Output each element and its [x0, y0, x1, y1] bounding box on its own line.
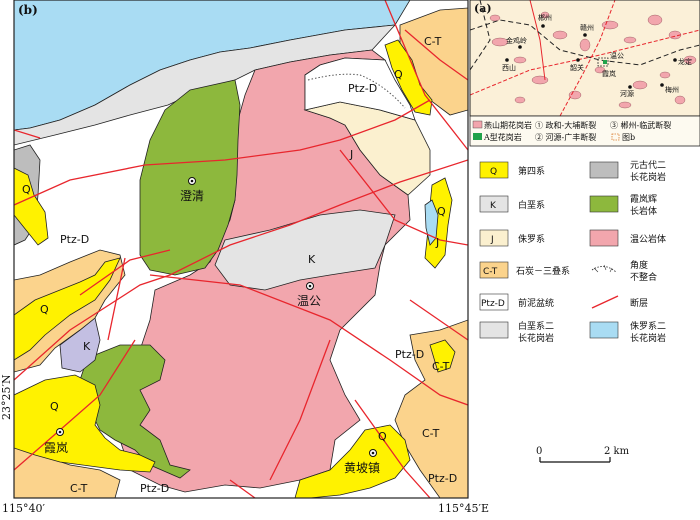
legend-j-code: J [490, 235, 494, 245]
legend-wengong-text: 温公岩体 [630, 233, 666, 245]
legend-xialan-line1: 霞岚辉 [630, 194, 657, 205]
label-ptzd-top: Ptz-D [348, 82, 377, 95]
legend-unconformity-symbol [591, 264, 617, 273]
inset-place-8: 温公 [610, 51, 624, 60]
label-k-center: K [308, 253, 316, 266]
place-label-wengong: 温公 [297, 294, 321, 308]
legend-fault-text: 断层 [630, 297, 648, 309]
inset-legend-fault1: ① 政和-大埔断裂 [535, 120, 596, 130]
legend-ct-code: C-T [483, 267, 498, 277]
legend-xialan-swatch [589, 195, 619, 213]
place-label-xialan: 霞岚 [44, 441, 68, 455]
inset-place-0: 金鸡岭 [506, 36, 527, 45]
legend-j-text: 侏罗系 [518, 234, 545, 245]
inset-legend-atype-swatch [473, 133, 482, 140]
inset-place-5: 河源 [620, 89, 634, 98]
legend-jur-granite-line2: 长花岗岩 [630, 332, 666, 344]
legend-wengong-swatch [589, 229, 619, 247]
legend-proto-granite-line2: 长花岗岩 [630, 171, 666, 183]
label-ct-topright: C-T [424, 35, 442, 48]
inset-place-9: 霞岚 [602, 70, 616, 78]
inset-legend-fault2: ② 河源-广丰断裂 [535, 132, 596, 142]
inset-place-3: 西山 [502, 63, 516, 72]
inset-legend-atype: A型花岗岩 [483, 132, 522, 142]
legend-unconformity-line2: 不整合 [630, 271, 657, 283]
legend-unconformity-line1: 角度 [630, 259, 648, 271]
geologic-map-figure: (b) C-T Q Ptz-D J Q J K Q Ptz-D Q K Q Pt… [0, 0, 700, 515]
panel-b-label: (b) [18, 3, 38, 17]
legend-q-code: Q [490, 167, 497, 177]
panel-a-label: (a) [474, 2, 492, 15]
inset-legend-fault3: ③ 郴州-临武断裂 [610, 120, 671, 130]
legend-ptzd-text: 前泥盆统 [518, 297, 554, 309]
legend-ptzd-code: Ptz-D [481, 299, 505, 309]
label-k-small: K [83, 340, 91, 353]
label-ct-right: C-T [432, 360, 450, 373]
inset-place-2: 赣州 [580, 23, 594, 32]
legend-q-text: 第四系 [518, 165, 545, 177]
scale-zero: 0 [536, 446, 542, 457]
main-legend: Q 第四系 K 白垩系 J 侏罗系 C-T 石炭－三叠系 Ptz-D 前泥盆统 … [479, 159, 666, 344]
coord-lon-right: 115°45′E [438, 502, 489, 515]
label-q-topright: Q [394, 68, 403, 81]
legend-jur-granite-line1: 侏罗系二 [630, 321, 666, 332]
scale-two-km: 2 km [604, 446, 630, 457]
legend-cret-granite-line2: 长花岗岩 [518, 332, 554, 344]
label-q-rightmid: Q [437, 205, 446, 218]
legend-proto-granite-swatch [589, 161, 619, 179]
place-label-chengqing: 澄清 [180, 188, 204, 203]
inset-place-4: 韶关 [570, 63, 584, 72]
label-j: J [349, 148, 353, 161]
label-q-huangpo: Q [378, 430, 387, 443]
label-ct-right-lower: C-T [422, 427, 440, 440]
legend-proto-granite-line1: 元古代二 [630, 159, 666, 171]
legend-jur-granite-swatch [589, 321, 619, 339]
label-ptzd-bottom: Ptz-D [140, 482, 169, 495]
inset-place-6: 梅州 [665, 85, 679, 94]
legend-ct-text: 石炭－三叠系 [516, 266, 570, 277]
legend-j-swatch [479, 229, 509, 247]
label-q-lefttop: Q [22, 183, 31, 196]
coord-lon-left: 115°40′ [2, 502, 45, 515]
legend-fault-symbol [591, 295, 619, 309]
legend-cret-granite-swatch [479, 321, 509, 339]
scale-bar: 0 2 km [536, 446, 630, 463]
inset-place-1: 郴州 [538, 13, 552, 22]
label-j-right: J [435, 236, 439, 249]
legend-k-text: 白垩系 [518, 199, 545, 211]
inset-legend-yanshan: 燕山期花岗岩 [484, 120, 532, 130]
inset-legend-figb: 图b [622, 133, 635, 142]
inset-place-7: 龙定 [678, 57, 692, 66]
legend-cret-granite-line1: 白垩系二 [518, 320, 554, 332]
inset-legend-granite-swatch [472, 120, 483, 129]
legend-xialan-line2: 长岩体 [630, 205, 657, 217]
label-ptzd-right: Ptz-D [395, 348, 424, 361]
place-label-huangpozhen: 黄坡镇 [344, 461, 380, 475]
label-ptzd-left: Ptz-D [60, 233, 89, 246]
label-q-xialan: Q [50, 400, 59, 413]
label-q-leftmid: Q [40, 303, 49, 316]
coord-lat: 23°25′N [0, 374, 13, 420]
label-ct-bottomleft: C-T [70, 482, 88, 495]
label-ptzd-bottomright: Ptz-D [428, 472, 457, 485]
